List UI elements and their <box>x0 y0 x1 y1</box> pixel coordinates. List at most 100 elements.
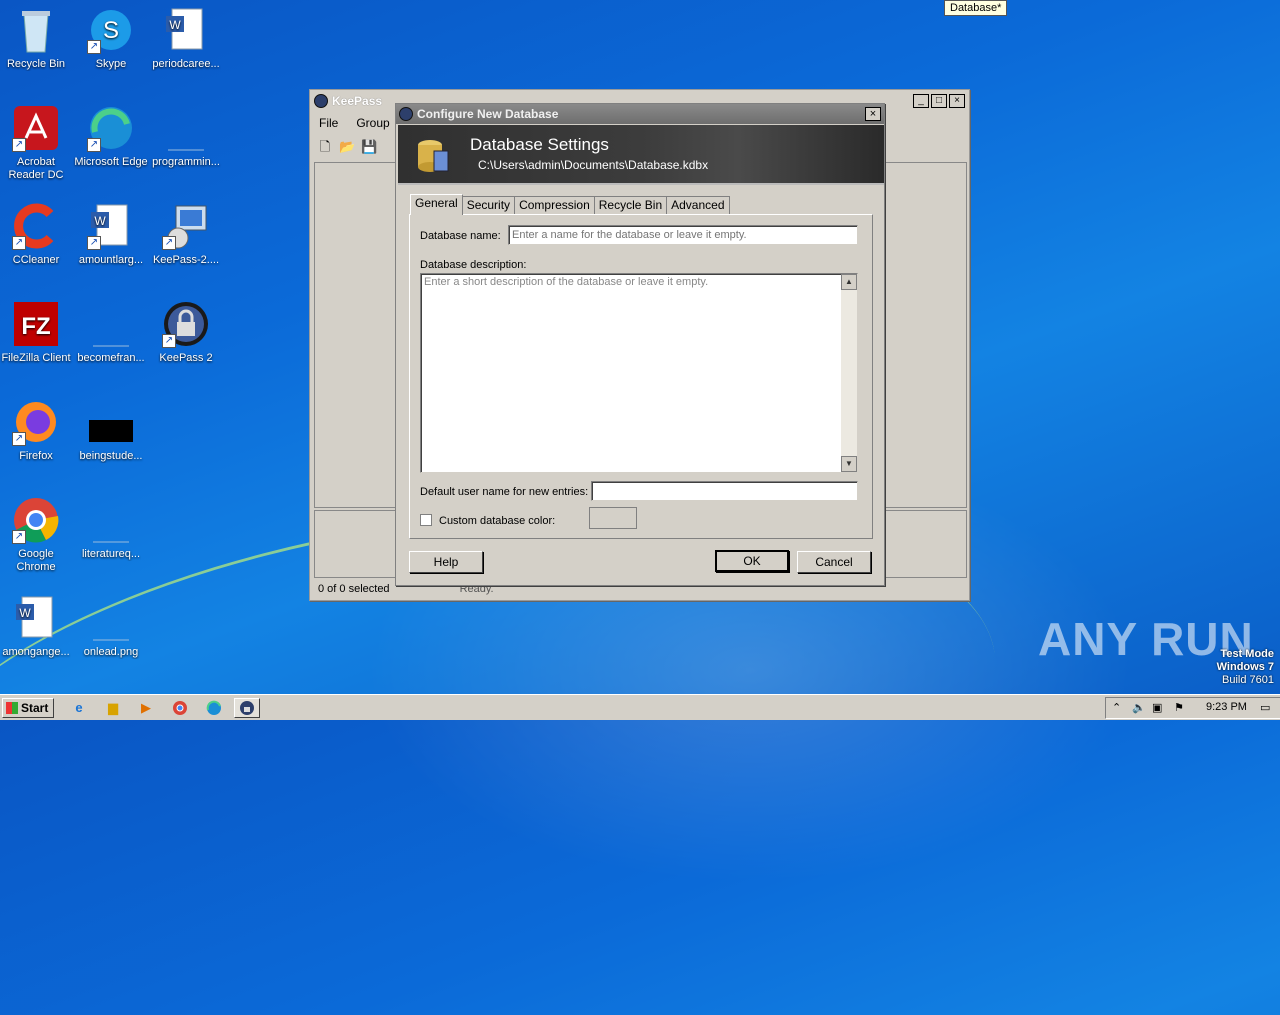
desktop-icon-amongange[interactable]: W amongange... <box>0 594 74 659</box>
taskbar: Start e ▆ ▶ ⌃ 🔈 ▣ ⚑ 9:23 PM ▭ <box>0 694 1280 720</box>
network-icon[interactable]: ▣ <box>1152 701 1162 714</box>
installer-icon: ↗ <box>162 202 210 250</box>
keepass-app-icon <box>314 94 328 108</box>
ie-taskbar-icon[interactable]: e <box>66 698 92 718</box>
desktop-icon-firefox[interactable]: ↗ Firefox <box>0 398 74 463</box>
scroll-up-icon[interactable]: ▲ <box>841 274 857 290</box>
save-icon[interactable]: 💾 <box>360 138 378 156</box>
desktop-icon-onlead[interactable]: onlead.png <box>73 594 149 659</box>
tray-expand-icon[interactable]: ⌃ <box>1112 701 1121 714</box>
tab-recycle-bin[interactable]: Recycle Bin <box>593 196 668 215</box>
menu-group[interactable]: Group <box>347 116 398 130</box>
configure-database-dialog: Configure New Database × Database Settin… <box>395 103 885 586</box>
word-doc-icon: W <box>162 6 210 54</box>
open-folder-icon[interactable]: 📂 <box>338 138 356 156</box>
build-text: Build 7601 <box>1222 674 1274 686</box>
desktop-icon-skype[interactable]: S ↗ Skype <box>73 6 149 71</box>
desktop-icon-amountlarg[interactable]: W ↗ amountlarg... <box>73 202 149 267</box>
banner-path: C:\Users\admin\Documents\Database.kdbx <box>478 158 709 172</box>
ok-button[interactable]: OK <box>715 550 789 572</box>
desktop-icon-acrobat[interactable]: ↗ Acrobat Reader DC <box>0 104 74 182</box>
color-picker-button[interactable] <box>589 507 637 529</box>
start-label: Start <box>21 701 49 715</box>
start-button[interactable]: Start <box>2 698 54 718</box>
file-icon <box>162 104 210 152</box>
database-name-label: Database name: <box>420 230 501 242</box>
description-scrollbar[interactable]: ▲ ▼ <box>841 274 857 472</box>
groups-pane[interactable] <box>314 162 398 508</box>
show-desktop-icon[interactable]: ▭ <box>1260 701 1270 714</box>
desktop-icon-chrome[interactable]: ↗ Google Chrome <box>0 496 74 574</box>
entries-pane[interactable] <box>885 162 967 508</box>
database-name-input[interactable] <box>508 225 858 245</box>
action-center-icon[interactable]: ⚑ <box>1174 701 1184 714</box>
word-doc-icon: W ↗ <box>87 202 135 250</box>
clock[interactable]: 9:23 PM <box>1206 701 1247 713</box>
edge-icon: ↗ <box>87 104 135 152</box>
test-mode-text: Test Mode <box>1220 648 1274 660</box>
recycle-bin-icon <box>12 6 60 54</box>
dialog-close-button[interactable]: × <box>865 107 881 121</box>
file-icon <box>87 496 135 544</box>
desktop-icon-ccleaner[interactable]: ↗ CCleaner <box>0 202 74 267</box>
desktop-icon-programmin[interactable]: programmin... <box>148 104 224 169</box>
default-user-label: Default user name for new entries: <box>420 486 589 498</box>
file-icon <box>87 594 135 642</box>
desktop-icon-keepass-installer[interactable]: ↗ KeePass-2.... <box>148 202 224 267</box>
keepass-app-icon <box>399 107 413 121</box>
status-selected: 0 of 0 selected <box>318 583 390 595</box>
edge-taskbar-icon[interactable] <box>201 698 227 718</box>
database-description-label: Database description: <box>420 259 527 271</box>
custom-color-checkbox[interactable] <box>420 514 432 526</box>
database-description-textarea[interactable]: Enter a short description of the databas… <box>420 273 858 473</box>
desktop-icon-beingstude[interactable]: beingstude... <box>73 398 149 463</box>
desktop-icon-keepass[interactable]: ↗ KeePass 2 <box>148 300 224 365</box>
scroll-down-icon[interactable]: ▼ <box>841 456 857 472</box>
windows-logo-icon <box>6 702 18 714</box>
help-button[interactable]: Help <box>409 551 483 573</box>
skype-icon: S ↗ <box>87 6 135 54</box>
desktop-icon-literatureq[interactable]: literatureq... <box>73 496 149 561</box>
tab-security[interactable]: Security <box>461 196 516 215</box>
custom-color-label: Custom database color: <box>439 515 556 527</box>
desktop-icon-recycle-bin[interactable]: Recycle Bin <box>0 6 74 71</box>
word-doc-icon: W <box>12 594 60 642</box>
keepass-icon: ↗ <box>162 300 210 348</box>
desktop-icon-becomefran[interactable]: becomefran... <box>73 300 149 365</box>
minimize-button[interactable]: _ <box>913 94 929 108</box>
os-info: Test Mode Windows 7 Build 7601 <box>1217 648 1274 687</box>
desktop-icon-periodcaree[interactable]: W periodcaree... <box>148 6 224 71</box>
banner-title: Database Settings <box>470 135 609 154</box>
file-icon <box>87 300 135 348</box>
image-file-icon <box>87 398 135 446</box>
cancel-button[interactable]: Cancel <box>797 551 871 573</box>
tab-general[interactable]: General <box>410 194 463 215</box>
maximize-button[interactable]: □ <box>931 94 947 108</box>
tab-compression[interactable]: Compression <box>514 196 595 215</box>
keepass-menubar: File Group <box>310 112 399 134</box>
close-button[interactable]: × <box>949 94 965 108</box>
database-settings-icon <box>414 135 450 175</box>
general-tab-panel: Database name: Database description: Ent… <box>409 214 873 539</box>
media-player-taskbar-icon[interactable]: ▶ <box>133 698 159 718</box>
desktop-icon-filezilla[interactable]: FZ FileZilla Client <box>0 300 74 365</box>
system-tray: ⌃ 🔈 ▣ ⚑ 9:23 PM ▭ <box>1105 697 1280 719</box>
dialog-titlebar[interactable]: Configure New Database <box>396 104 884 124</box>
dialog-banner: Database Settings C:\Users\admin\Documen… <box>398 125 884 185</box>
desktop-icon-edge[interactable]: ↗ Microsoft Edge <box>73 104 149 169</box>
tab-advanced[interactable]: Advanced <box>666 196 730 215</box>
default-user-input[interactable] <box>591 481 858 501</box>
volume-icon[interactable]: 🔈 <box>1132 701 1146 714</box>
menu-file[interactable]: File <box>310 116 347 130</box>
tooltip: Database* <box>944 0 1008 16</box>
keepass-taskbar-icon[interactable] <box>234 698 260 718</box>
keepass-toolbar: 🗋 📂 💾 <box>316 138 378 156</box>
windows-version-text: Windows 7 <box>1216 661 1274 673</box>
chrome-taskbar-icon[interactable] <box>167 698 193 718</box>
explorer-taskbar-icon[interactable]: ▆ <box>100 698 126 718</box>
svg-text:W: W <box>169 18 181 32</box>
new-database-icon[interactable]: 🗋 <box>316 138 334 156</box>
tab-strip: General Security Compression Recycle Bin… <box>410 194 730 215</box>
ccleaner-icon: ↗ <box>12 202 60 250</box>
keepass-title: KeePass <box>332 94 383 108</box>
